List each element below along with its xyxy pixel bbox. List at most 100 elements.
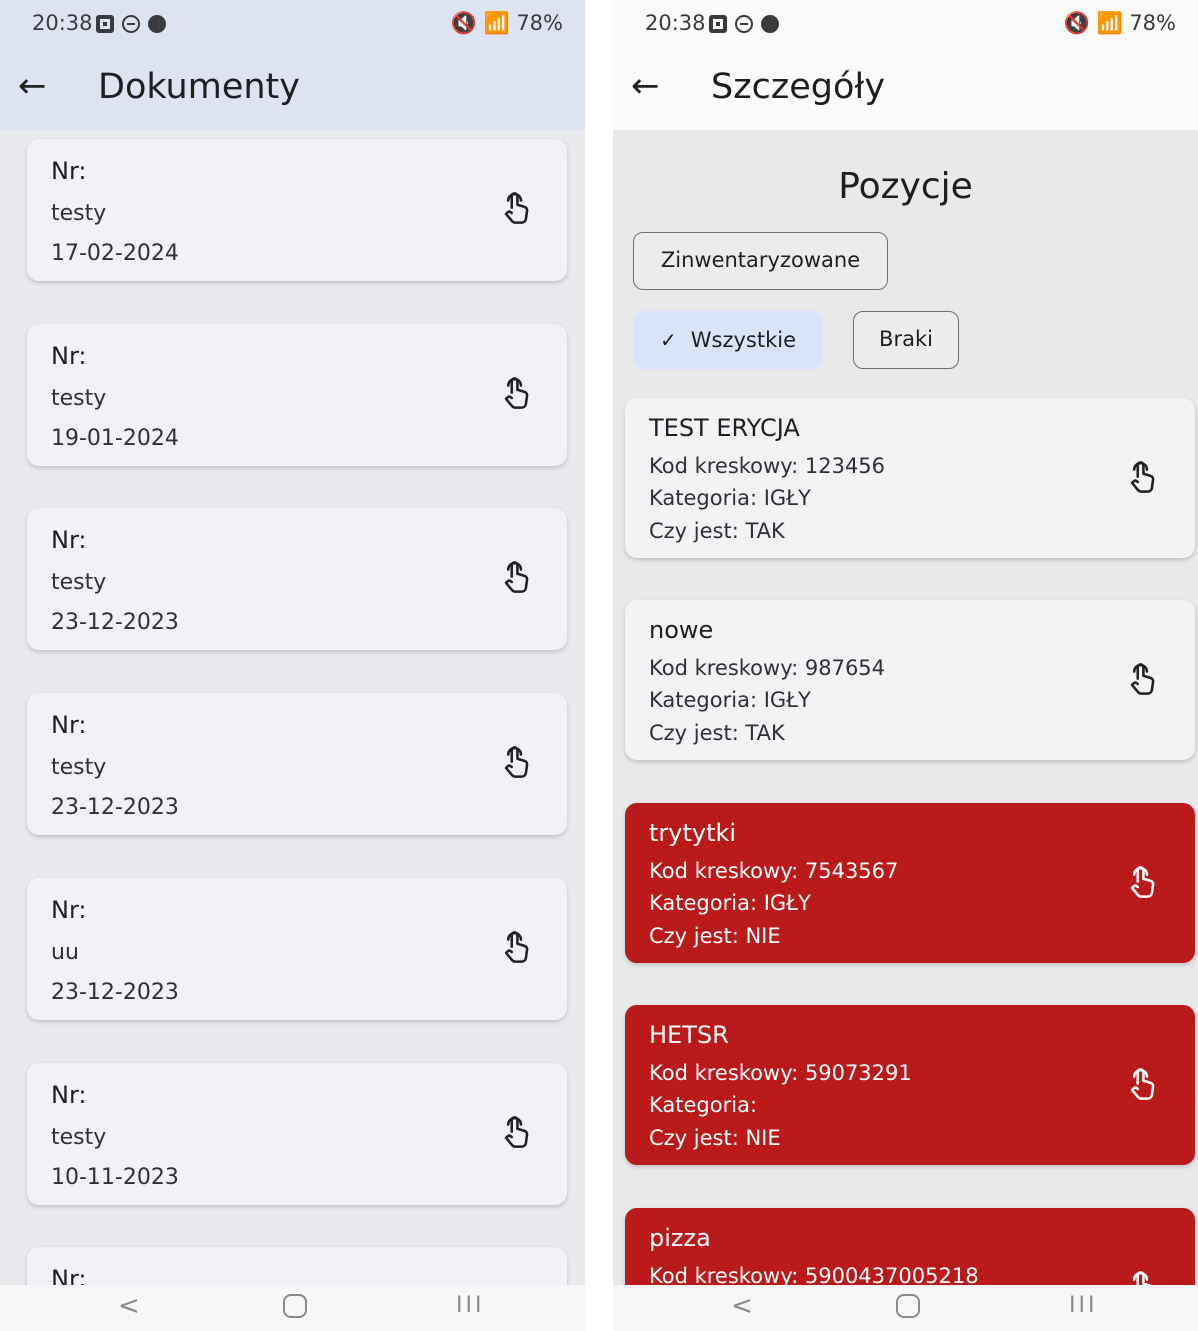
document-name: testy <box>51 201 107 226</box>
item-card[interactable]: TEST ERYCJA Kod kreskowy: 123456 Kategor… <box>625 398 1195 558</box>
document-number: Nr: <box>51 1081 87 1109</box>
do-not-disturb-icon <box>735 15 753 33</box>
touch-app-icon[interactable] <box>499 558 533 598</box>
document-card[interactable]: Nr: testy 19-01-2024 <box>27 324 567 466</box>
touch-app-icon[interactable] <box>1125 1268 1159 1285</box>
item-present: Czy jest: NIE <box>649 924 781 948</box>
notification-icon <box>96 15 114 33</box>
wifi-icon: 📶 <box>483 11 510 35</box>
touch-app-icon[interactable] <box>499 743 533 783</box>
document-card[interactable]: Nr: testy 23-12-2023 <box>27 693 567 835</box>
system-nav-bar: < III <box>613 1285 1198 1331</box>
item-category: Kategoria: IGŁY <box>649 486 811 510</box>
document-card[interactable]: Nr: <box>27 1247 567 1285</box>
nav-back-icon[interactable]: < <box>731 1291 753 1321</box>
item-card-missing[interactable]: pizza Kod kreskowy: 5900437005218 <box>625 1208 1195 1285</box>
document-card[interactable]: Nr: testy 23-12-2023 <box>27 508 567 650</box>
item-name: pizza <box>649 1224 711 1252</box>
document-list[interactable]: Nr: testy 17-02-2024 Nr: testy 19-01-202… <box>0 130 585 1285</box>
item-barcode: Kod kreskowy: 59073291 <box>649 1061 912 1085</box>
status-indicators: 🔇 📶 78% <box>451 11 563 36</box>
document-number: Nr: <box>51 526 87 554</box>
document-number: Nr: <box>51 342 87 370</box>
section-title: Pozycje <box>838 166 973 207</box>
item-card[interactable]: nowe Kod kreskowy: 987654 Kategoria: IGŁ… <box>625 600 1195 760</box>
item-category: Kategoria: IGŁY <box>649 688 811 712</box>
item-present: Czy jest: TAK <box>649 519 785 543</box>
touch-app-icon[interactable] <box>1125 660 1159 700</box>
document-date: 23-12-2023 <box>51 795 179 820</box>
document-name: testy <box>51 570 107 595</box>
filter-all-chip[interactable]: ✓ Wszystkie <box>633 311 823 369</box>
item-present: Czy jest: NIE <box>649 1126 781 1150</box>
touch-app-icon[interactable] <box>1125 863 1159 903</box>
document-number: Nr: <box>51 896 87 924</box>
document-date: 23-12-2023 <box>51 610 179 635</box>
touch-app-icon[interactable] <box>499 374 533 414</box>
nav-recents-icon[interactable]: III <box>1069 1293 1097 1318</box>
document-date: 23-12-2023 <box>51 980 179 1005</box>
page-title: Szczegóły <box>711 67 886 107</box>
back-arrow-icon[interactable]: ← <box>18 66 47 106</box>
system-nav-bar: < III <box>0 1285 585 1331</box>
touch-app-icon[interactable] <box>499 928 533 968</box>
item-name: nowe <box>649 616 714 644</box>
document-name: testy <box>51 755 107 780</box>
filter-inventoried-chip[interactable]: Zinwentaryzowane <box>633 232 888 290</box>
documents-screen: 20:38 🔇 📶 78% ← Dokumenty Nr: testy 17-0… <box>0 0 585 1331</box>
touch-app-icon[interactable] <box>1125 458 1159 498</box>
chip-label: Wszystkie <box>690 328 796 352</box>
touch-app-icon[interactable] <box>499 1113 533 1153</box>
nav-recents-icon[interactable]: III <box>456 1293 484 1318</box>
document-name: uu <box>51 940 79 965</box>
nav-home-icon[interactable] <box>283 1294 307 1318</box>
chip-label: Braki <box>879 327 933 351</box>
touch-app-icon[interactable] <box>1125 1065 1159 1105</box>
status-time: 20:38 <box>32 11 93 35</box>
status-time: 20:38 <box>645 11 706 35</box>
document-card[interactable]: Nr: testy 10-11-2023 <box>27 1063 567 1205</box>
status-indicators: 🔇 📶 78% <box>1064 11 1176 36</box>
status-bar: 20:38 🔇 📶 78% <box>0 0 585 50</box>
filter-missing-chip[interactable]: Braki <box>853 311 959 369</box>
document-date: 17-02-2024 <box>51 241 179 266</box>
item-barcode: Kod kreskowy: 7543567 <box>649 859 899 883</box>
item-category: Kategoria: <box>649 1093 758 1117</box>
document-name: testy <box>51 386 107 411</box>
document-number: Nr: <box>51 1265 87 1285</box>
item-card-missing[interactable]: trytytki Kod kreskowy: 7543567 Kategoria… <box>625 803 1195 963</box>
item-name: trytytki <box>649 819 737 847</box>
document-card[interactable]: Nr: uu 23-12-2023 <box>27 878 567 1020</box>
item-barcode: Kod kreskowy: 123456 <box>649 454 886 478</box>
item-barcode: Kod kreskowy: 987654 <box>649 656 886 680</box>
document-date: 19-01-2024 <box>51 426 179 451</box>
chip-label: Zinwentaryzowane <box>660 248 861 272</box>
item-barcode: Kod kreskowy: 5900437005218 <box>649 1264 979 1285</box>
item-name: HETSR <box>649 1021 729 1049</box>
top-app-bar: ← Szczegóły <box>613 50 1198 130</box>
details-screen: 20:38 🔇 📶 78% ← Szczegóły Pozycje Zinwen… <box>613 0 1198 1331</box>
battery-level: 78% <box>516 11 563 35</box>
document-number: Nr: <box>51 711 87 739</box>
document-card[interactable]: Nr: testy 17-02-2024 <box>27 139 567 281</box>
account-icon <box>148 15 166 33</box>
back-arrow-icon[interactable]: ← <box>631 66 660 106</box>
document-name: testy <box>51 1125 107 1150</box>
page-title: Dokumenty <box>98 67 300 107</box>
do-not-disturb-icon <box>122 15 140 33</box>
wifi-icon: 📶 <box>1096 11 1123 35</box>
battery-level: 78% <box>1129 11 1176 35</box>
check-icon: ✓ <box>659 328 677 352</box>
details-content[interactable]: Pozycje Zinwentaryzowane ✓ Wszystkie Brak… <box>613 130 1198 1285</box>
mute-icon: 🔇 <box>1063 11 1090 35</box>
status-bar: 20:38 🔇 📶 78% <box>613 0 1198 50</box>
notification-icon <box>709 15 727 33</box>
top-app-bar: ← Dokumenty <box>0 50 585 130</box>
document-number: Nr: <box>51 157 87 185</box>
nav-back-icon[interactable]: < <box>118 1291 140 1321</box>
nav-home-icon[interactable] <box>896 1294 920 1318</box>
account-icon <box>761 15 779 33</box>
item-card-missing[interactable]: HETSR Kod kreskowy: 59073291 Kategoria: … <box>625 1005 1195 1165</box>
touch-app-icon[interactable] <box>499 189 533 229</box>
item-category: Kategoria: IGŁY <box>649 891 811 915</box>
